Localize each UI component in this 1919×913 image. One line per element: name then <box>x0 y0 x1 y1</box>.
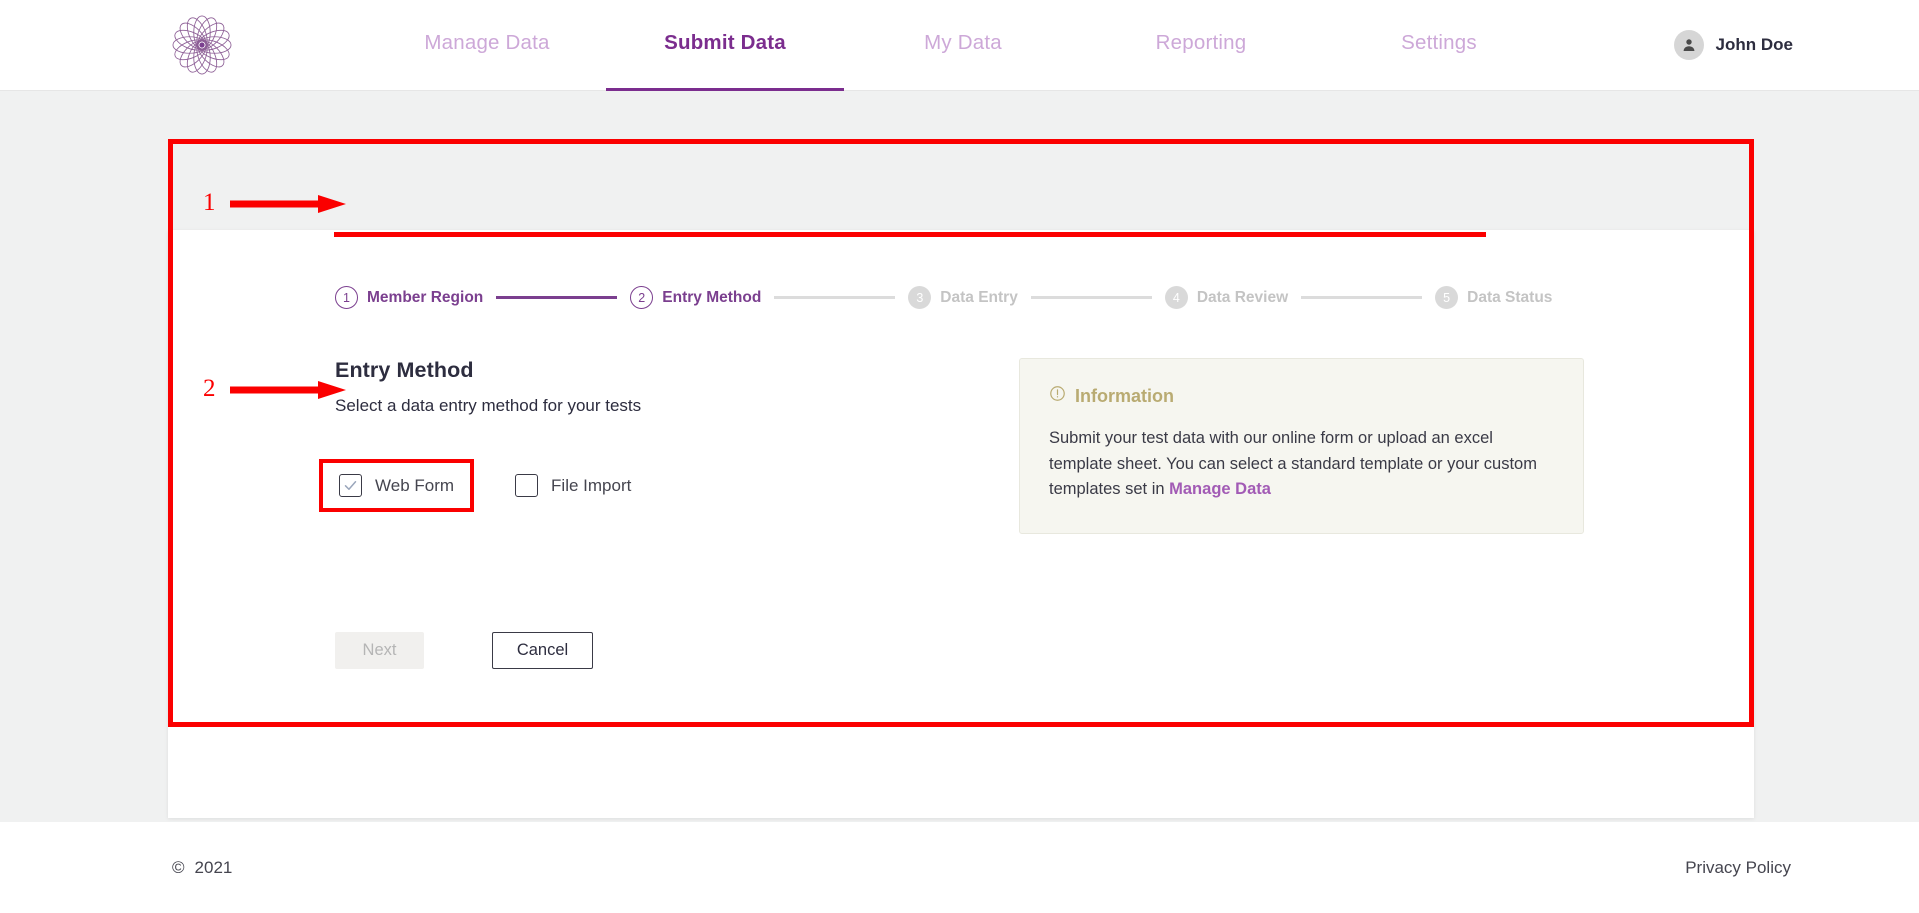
entry-method-form: Entry Method Select a data entry method … <box>319 358 1035 512</box>
step-number-2: 2 <box>630 286 654 309</box>
step-data-entry: 3 Data Entry <box>908 286 1018 309</box>
copyright-notice: © 2021 <box>172 858 232 878</box>
step-number-1: 1 <box>335 286 358 309</box>
step-number-3: 3 <box>908 286 932 309</box>
step-connector-3 <box>1030 296 1152 299</box>
exclamation-circle-icon <box>1049 385 1066 407</box>
step-connector-1 <box>496 296 618 299</box>
step-label-data-entry: Data Entry <box>940 288 1018 306</box>
step-data-review: 4 Data Review <box>1164 286 1289 309</box>
nav-item-settings[interactable]: Settings <box>1320 0 1558 91</box>
person-icon <box>1673 30 1704 60</box>
information-panel: Information Submit your test data with o… <box>1019 358 1584 534</box>
entry-method-options: Web Form File Import <box>319 459 1035 512</box>
copyright-symbol-icon: © <box>172 857 185 877</box>
step-connector-4 <box>1301 296 1423 299</box>
information-body-text: Submit your test data with our online fo… <box>1049 429 1537 499</box>
page-body: 1 Member Region 2 Entry Method 3 Data En… <box>0 91 1919 818</box>
flower-mandala-logo-icon[interactable] <box>166 9 238 81</box>
step-connector-2 <box>774 296 896 299</box>
nav-item-manage-data[interactable]: Manage Data <box>368 0 606 91</box>
page-title: Entry Method <box>335 358 474 382</box>
step-member-region[interactable]: 1 Member Region <box>335 286 483 309</box>
information-title: Information <box>1075 385 1174 406</box>
submit-data-card: 1 Member Region 2 Entry Method 3 Data En… <box>168 230 1754 818</box>
user-name-label: John Doe <box>1715 35 1793 54</box>
step-label-entry-method: Entry Method <box>662 288 762 306</box>
step-label-member-region: Member Region <box>367 288 484 306</box>
step-number-4: 4 <box>1164 286 1188 309</box>
next-button[interactable]: Next <box>335 632 424 669</box>
step-label-data-review: Data Review <box>1196 288 1289 306</box>
nav-item-submit-data[interactable]: Submit Data <box>606 0 844 91</box>
user-menu[interactable]: John Doe <box>1673 30 1793 60</box>
page-subtitle: Select a data entry method for your test… <box>335 396 642 415</box>
step-data-status: 5 Data Status <box>1435 286 1552 309</box>
manage-data-link[interactable]: Manage Data <box>1169 480 1271 498</box>
progress-stepper: 1 Member Region 2 Entry Method 3 Data En… <box>335 286 1552 309</box>
form-actions: Next Cancel <box>335 632 593 669</box>
information-body: Submit your test data with our online fo… <box>1049 426 1554 503</box>
option-label-web-form: Web Form <box>375 475 455 495</box>
nav-item-my-data[interactable]: My Data <box>844 0 1082 91</box>
app-header: Manage Data Submit Data My Data Reportin… <box>0 0 1919 91</box>
step-label-data-status: Data Status <box>1467 288 1553 306</box>
checkbox-web-form[interactable] <box>339 474 362 497</box>
step-entry-method[interactable]: 2 Entry Method <box>630 286 761 309</box>
option-file-import[interactable]: File Import <box>499 463 647 508</box>
option-label-file-import: File Import <box>551 475 632 495</box>
checkbox-file-import[interactable] <box>515 474 539 497</box>
cancel-button[interactable]: Cancel <box>492 632 593 669</box>
information-header: Information <box>1049 385 1554 407</box>
option-web-form[interactable]: Web Form <box>319 459 475 512</box>
step-number-5: 5 <box>1435 286 1459 309</box>
nav-item-reporting[interactable]: Reporting <box>1082 0 1320 91</box>
copyright-year: 2021 <box>194 857 233 877</box>
privacy-policy-link[interactable]: Privacy Policy <box>1685 858 1791 878</box>
app-footer: © 2021 Privacy Policy <box>0 822 1919 913</box>
main-navigation: Manage Data Submit Data My Data Reportin… <box>368 0 1558 91</box>
